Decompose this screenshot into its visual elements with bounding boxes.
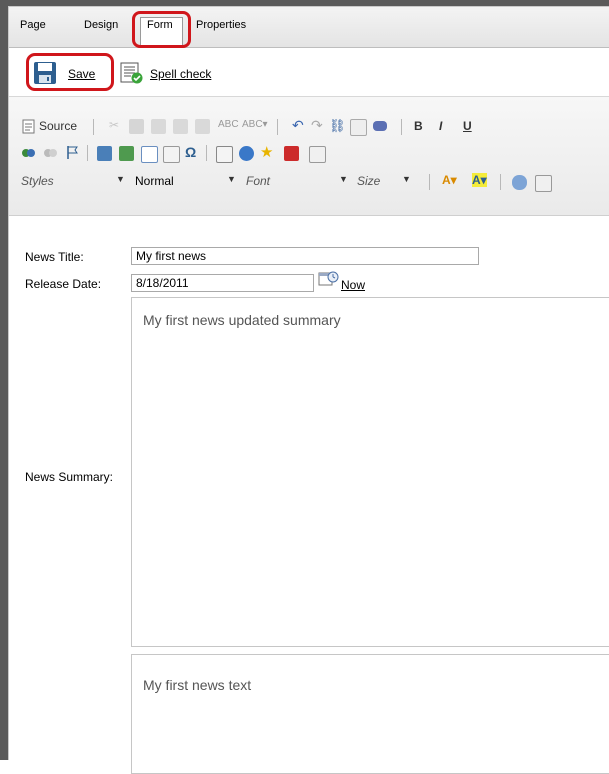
widget-icon[interactable] bbox=[309, 146, 326, 163]
cut-icon[interactable]: ✂ bbox=[109, 118, 119, 132]
spellcheck-icon[interactable]: ABC bbox=[218, 119, 239, 130]
release-date-input[interactable]: 8/18/2011 bbox=[131, 274, 314, 292]
image-icon[interactable] bbox=[97, 146, 112, 161]
news-title-input[interactable]: My first news bbox=[131, 247, 479, 265]
spellcheck-dropdown-icon[interactable]: ABC▾ bbox=[242, 119, 268, 130]
toolbar-separator bbox=[401, 119, 402, 135]
special-char-icon[interactable]: Ω bbox=[185, 144, 196, 160]
replace-icon[interactable] bbox=[350, 119, 367, 136]
underline-button[interactable]: U bbox=[463, 119, 472, 133]
tab-strip: Page Design Form Properties bbox=[9, 7, 609, 48]
chevron-down-icon: ▼ bbox=[339, 174, 348, 184]
paste-text-icon[interactable] bbox=[173, 119, 188, 134]
news-form: News Title: My first news Release Date: … bbox=[9, 216, 609, 774]
tab-properties[interactable]: Properties bbox=[196, 19, 246, 31]
show-blocks-icon[interactable] bbox=[535, 175, 552, 192]
news-text-content: My first news text bbox=[143, 677, 252, 693]
find-icon[interactable]: ⛓ bbox=[329, 118, 346, 134]
toolbar-separator bbox=[500, 174, 501, 190]
tab-design[interactable]: Design bbox=[84, 19, 118, 31]
toolbar-separator bbox=[429, 174, 430, 190]
news-text-editor[interactable]: My first news text bbox=[131, 654, 609, 774]
chevron-down-icon: ▼ bbox=[227, 174, 236, 184]
spell-check-button[interactable]: Spell check bbox=[150, 67, 211, 81]
now-link[interactable]: Now bbox=[341, 278, 365, 292]
header-actions: Save Spell check bbox=[9, 48, 609, 97]
format-dropdown[interactable]: Normal ▼ bbox=[135, 173, 243, 191]
font-dropdown[interactable]: Font ▼ bbox=[246, 173, 354, 191]
insert-image-icon[interactable] bbox=[119, 146, 134, 161]
toolbar-separator bbox=[277, 119, 278, 135]
background-color-icon[interactable]: A▾ bbox=[472, 173, 487, 187]
styles-dropdown[interactable]: Styles ▼ bbox=[21, 173, 131, 191]
anchor-flag-icon[interactable] bbox=[65, 145, 80, 160]
toolbar-separator bbox=[206, 145, 207, 161]
redo-icon[interactable]: ↷ bbox=[311, 117, 323, 134]
toolbar-separator bbox=[87, 145, 88, 161]
table-icon[interactable] bbox=[141, 146, 158, 163]
bold-button[interactable]: B bbox=[414, 119, 423, 133]
maximize-icon[interactable] bbox=[512, 175, 527, 190]
font-dropdown-label: Font bbox=[246, 174, 271, 188]
paste-word-icon[interactable] bbox=[195, 119, 210, 134]
news-title-label: News Title: bbox=[25, 250, 84, 264]
source-button[interactable]: Source bbox=[39, 119, 77, 133]
copy-icon[interactable] bbox=[129, 119, 144, 134]
text-color-icon[interactable]: A▾ bbox=[442, 173, 457, 187]
youtube-icon[interactable] bbox=[284, 146, 299, 161]
format-dropdown-label: Normal bbox=[135, 174, 174, 188]
italic-button[interactable]: I bbox=[439, 119, 442, 133]
undo-icon[interactable]: ↶ bbox=[292, 117, 304, 134]
toolbar-separator bbox=[93, 119, 94, 135]
save-icon[interactable] bbox=[33, 61, 57, 85]
star-icon[interactable]: ★ bbox=[260, 143, 273, 161]
template-icon[interactable] bbox=[216, 146, 233, 163]
eraser-icon[interactable] bbox=[373, 121, 387, 131]
paste-icon[interactable] bbox=[151, 119, 166, 134]
styles-dropdown-label: Styles bbox=[21, 174, 54, 188]
size-dropdown-label: Size bbox=[357, 174, 381, 188]
save-button[interactable]: Save bbox=[68, 67, 95, 81]
horizontal-line-icon[interactable] bbox=[163, 146, 180, 163]
spell-check-icon[interactable] bbox=[120, 62, 144, 84]
tab-form-highlight bbox=[132, 11, 191, 48]
source-icon[interactable] bbox=[21, 119, 36, 134]
news-summary-text: My first news updated summary bbox=[143, 312, 341, 328]
unlink-icon[interactable] bbox=[43, 145, 58, 160]
news-summary-textarea[interactable]: My first news updated summary bbox=[131, 297, 609, 647]
chevron-down-icon: ▼ bbox=[116, 174, 125, 184]
tab-page[interactable]: Page bbox=[20, 19, 46, 31]
calendar-icon[interactable] bbox=[318, 270, 340, 288]
news-summary-label: News Summary: bbox=[25, 470, 114, 484]
chevron-down-icon: ▼ bbox=[402, 174, 411, 184]
editor-toolbar: Source ✂ ABC ABC▾ ↶ ↷ ⛓ B I U Ω ★ Styles… bbox=[9, 97, 609, 216]
release-date-label: Release Date: bbox=[25, 277, 102, 291]
link-icon[interactable] bbox=[21, 145, 36, 160]
size-dropdown[interactable]: Size ▼ bbox=[357, 173, 417, 191]
media-icon[interactable] bbox=[239, 146, 254, 161]
